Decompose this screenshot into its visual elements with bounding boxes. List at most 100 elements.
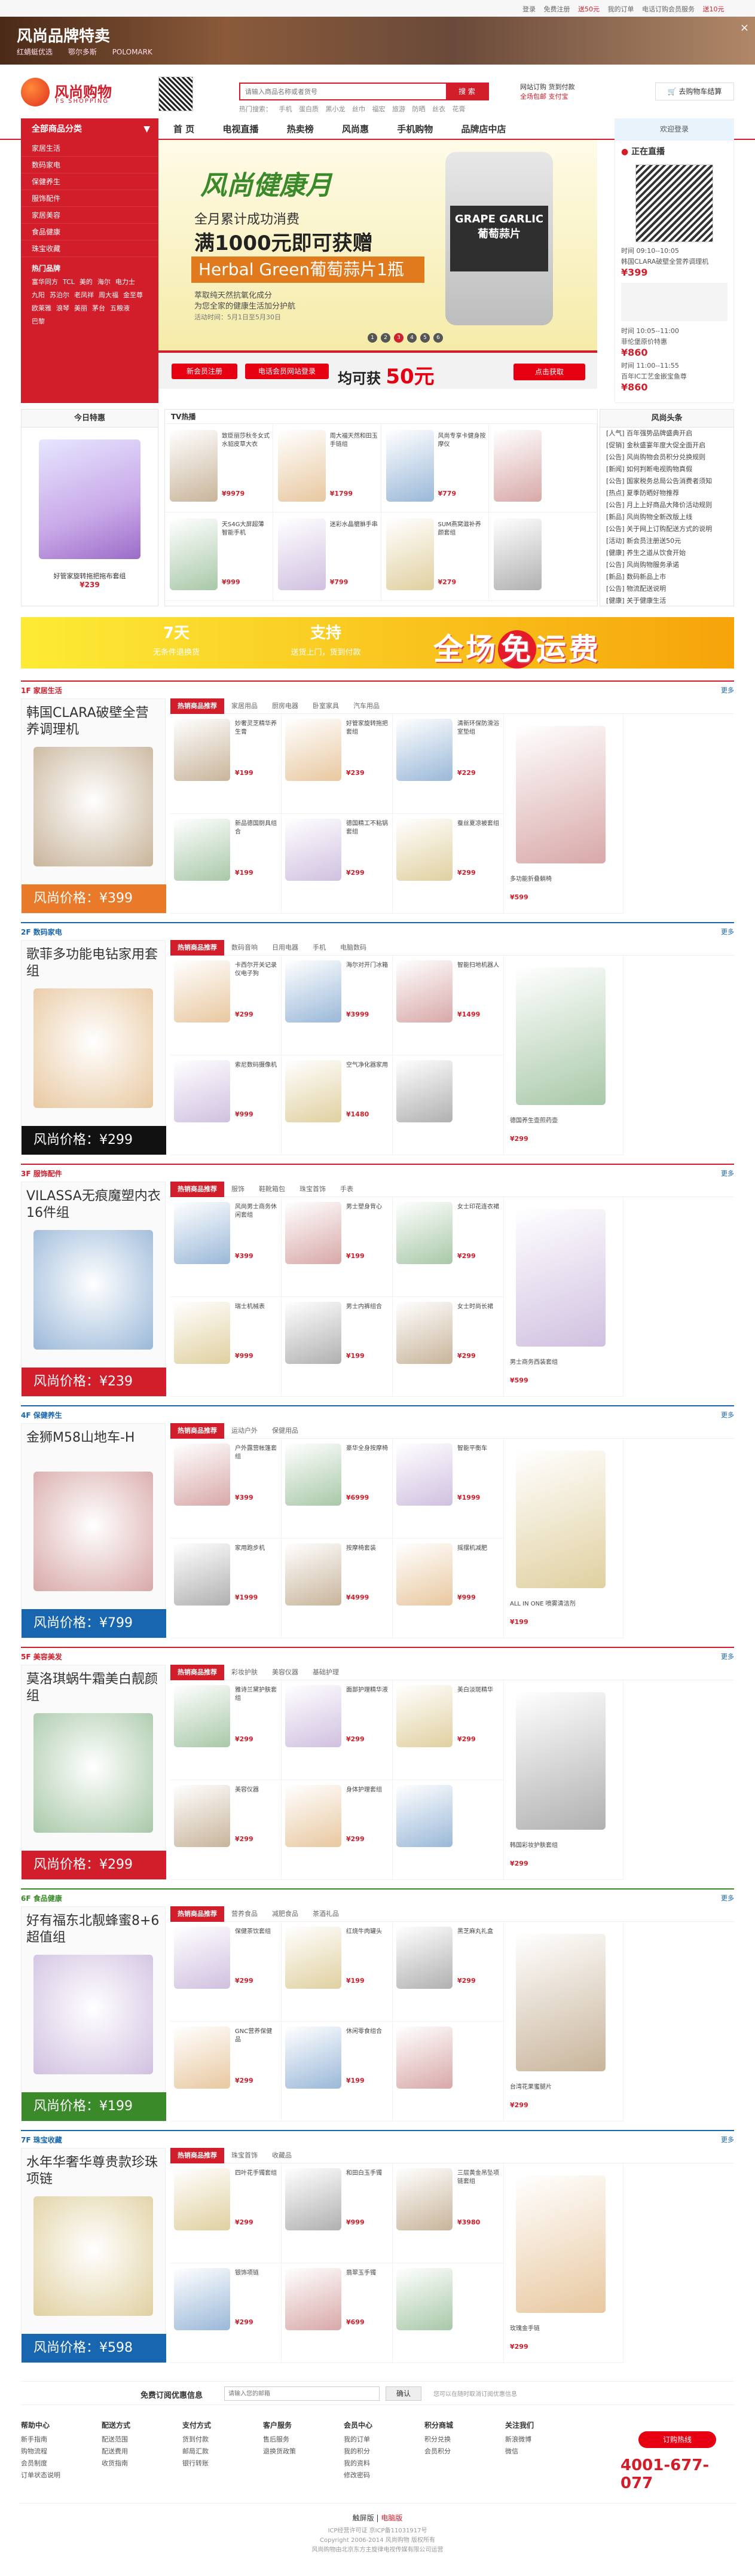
product-card[interactable]: 男士内裤组合 ¥199 [282, 1297, 393, 1397]
floor-tab[interactable]: 服饰 [224, 1182, 252, 1197]
news-item[interactable]: [公告] 风尚购物会员积分兑换规则 [600, 451, 733, 463]
news-item[interactable]: [公告] 风尚购物服务承诺 [600, 559, 733, 571]
sidebar-item-digital[interactable]: 数码家电 [21, 157, 158, 173]
product-card[interactable]: 家用跑步机 ¥1999 [170, 1539, 282, 1638]
hot-brand-link[interactable]: 金至尊 [123, 290, 143, 300]
site-logo[interactable]: 风尚购物 FS SHOPPING [21, 78, 123, 108]
product-card[interactable]: 智能扫地机器人 ¥1499 [393, 956, 504, 1055]
hot-brand-link[interactable]: 海尔 [97, 277, 111, 286]
product-card[interactable]: 和田白玉手镯 ¥999 [282, 2163, 393, 2263]
product-card[interactable]: 身体护理套组 ¥299 [282, 1780, 393, 1880]
floor-feature[interactable]: 金狮M58山地车-H 风尚价格：¥799 [21, 1423, 166, 1638]
nav-item-mobile[interactable]: 手机购物 [397, 124, 433, 135]
product-card[interactable]: 保健茶饮套组 ¥299 [170, 1922, 282, 2022]
news-item[interactable]: [新品] 风尚购物全新改版上线 [600, 511, 733, 523]
brand-banner[interactable]: 风尚品牌特卖 红蜻蜓优选 鄂尔多斯 POLOMARK × [0, 17, 755, 65]
close-icon[interactable]: × [740, 22, 749, 34]
tv-product-card[interactable]: 致臣丽莎秋冬女式水貂皮草大衣 ¥9979 [165, 424, 273, 512]
hot-keyword[interactable]: 花膏 [453, 105, 466, 113]
promo-banner[interactable]: 7天 无条件退换货 支持 送货上门，货到付款 全场免运费 [21, 617, 734, 669]
banner-dot[interactable]: 2 [381, 333, 390, 343]
footer-link[interactable]: 新浪微博 [505, 2434, 577, 2446]
pc-version-link[interactable]: 电脑版 [381, 2514, 402, 2522]
floor-tab[interactable]: 保健用品 [265, 1423, 305, 1439]
hot-keyword[interactable]: 黑小龙 [326, 105, 346, 113]
tv-product-card[interactable] [489, 512, 597, 601]
product-card[interactable]: 多功能折叠躺椅 ¥599 [504, 714, 623, 914]
search-button[interactable]: 搜 索 [446, 84, 488, 99]
floor-tab[interactable]: 运动户外 [224, 1423, 265, 1439]
sidebar-item-food[interactable]: 食品健康 [21, 224, 158, 240]
floor-tab[interactable]: 收藏品 [265, 2148, 299, 2163]
tv-product-card[interactable]: 风尚专享卡健身按摩仪 ¥779 [381, 424, 490, 512]
product-card[interactable] [393, 2263, 504, 2363]
floor-feature[interactable]: 歌菲多功能电钻家用套组 风尚价格：¥299 [21, 940, 166, 1155]
product-card[interactable]: 黑芝麻丸礼盒 ¥299 [393, 1922, 504, 2022]
floor-tab[interactable]: 珠宝首饰 [292, 1182, 333, 1197]
sidebar-item-jewelry[interactable]: 珠宝收藏 [21, 240, 158, 257]
floor-feature[interactable]: 水年华奢华尊贵款珍珠项链 风尚价格：¥598 [21, 2148, 166, 2363]
product-card[interactable] [393, 1780, 504, 1880]
product-card[interactable]: 三层黄金吊坠项链套组 ¥3980 [393, 2163, 504, 2263]
footer-link[interactable]: 配送范围 [102, 2434, 173, 2446]
footer-link[interactable]: 配送费用 [102, 2446, 173, 2458]
product-card[interactable]: 红烧牛肉罐头 ¥199 [282, 1922, 393, 2022]
product-card[interactable]: 男士商务西装套组 ¥599 [504, 1197, 623, 1397]
footer-link[interactable]: 会员积分 [424, 2446, 496, 2458]
floor-tab[interactable]: 茶酒礼品 [305, 1906, 346, 1922]
hot-brand-link[interactable]: 苏泊尔 [50, 290, 69, 300]
footer-link[interactable]: 修改密码 [344, 2470, 415, 2482]
news-item[interactable]: [热点] 夏季防晒好物推荐 [600, 487, 733, 499]
banner-dot[interactable]: 5 [420, 333, 430, 343]
nav-item-brand-store[interactable]: 品牌店中店 [461, 124, 506, 135]
footer-link[interactable]: 积分兑换 [424, 2434, 496, 2446]
tv-product-card[interactable]: 天S4G大屏超薄智能手机 ¥999 [165, 512, 273, 601]
product-card[interactable]: 瑞士机械表 ¥999 [170, 1297, 282, 1397]
product-card[interactable]: 美白淡斑精华 ¥299 [393, 1680, 504, 1780]
floor-feature[interactable]: 莫洛琪蜗牛霜美白靓颜组 风尚价格：¥299 [21, 1665, 166, 1880]
product-card[interactable]: 空气净化器家用 ¥1480 [282, 1055, 393, 1155]
hot-keyword[interactable]: 福宏 [372, 105, 386, 113]
floor-tab[interactable]: 厨房电器 [265, 698, 305, 714]
my-orders-link[interactable]: 我的订单 [608, 5, 634, 13]
product-card[interactable]: 风尚男士商务休闲套组 ¥399 [170, 1197, 282, 1297]
product-card[interactable]: 雅诗兰黛护肤套组 ¥299 [170, 1680, 282, 1780]
hot-brand-link[interactable]: 欧莱雅 [32, 303, 51, 313]
today-deal[interactable]: 今日特惠 好管家旋转拖把拖布套组 ¥239 [21, 409, 158, 606]
banner-dot[interactable]: 6 [433, 333, 443, 343]
product-card[interactable]: 德国精工不粘锅套组 ¥299 [282, 814, 393, 914]
product-card[interactable]: 休闲零食组合 ¥199 [282, 2022, 393, 2122]
product-card[interactable]: 台湾花果蜜腿片 ¥299 [504, 1922, 623, 2122]
product-card[interactable]: 玫瑰金手链 ¥299 [504, 2163, 623, 2363]
footer-link[interactable]: 货到付款 [182, 2434, 254, 2446]
product-card[interactable]: 摇摆机减肥 ¥999 [393, 1539, 504, 1638]
mobile-version-link[interactable]: 触屏版 [353, 2514, 374, 2522]
subscribe-confirm-button[interactable]: 确认 [386, 2386, 421, 2401]
more-link[interactable]: 更多 [721, 685, 734, 695]
floor-tab[interactable]: 手表 [333, 1182, 360, 1197]
floor-tab[interactable]: 热销商品推荐 [170, 1665, 224, 1680]
news-item[interactable]: [健康] 关于健康生活 [600, 595, 733, 607]
sidebar-item-health[interactable]: 保健养生 [21, 173, 158, 190]
search-input[interactable] [240, 84, 444, 99]
more-link[interactable]: 更多 [721, 927, 734, 936]
footer-link[interactable]: 退换货政策 [263, 2446, 335, 2458]
hot-brand-link[interactable]: 五粮液 [110, 303, 130, 313]
product-card[interactable] [393, 1055, 504, 1155]
hot-brand-link[interactable]: 老凤祥 [74, 290, 94, 300]
news-item[interactable]: [人气] 百年强势品牌盛典开启 [600, 428, 733, 439]
more-link[interactable]: 更多 [721, 1893, 734, 1903]
more-link[interactable]: 更多 [721, 2135, 734, 2144]
hot-keyword[interactable]: 旅游 [392, 105, 405, 113]
floor-tab[interactable]: 热销商品推荐 [170, 1182, 224, 1197]
live-item[interactable]: 时间 10:05--11:00 菲伦堡原价特惠 ¥860 [615, 325, 733, 359]
product-card[interactable]: 美容仪器 ¥299 [170, 1780, 282, 1880]
product-card[interactable] [393, 2022, 504, 2122]
product-card[interactable]: 女士时尚长裙 ¥299 [393, 1297, 504, 1397]
banner-dot[interactable]: 1 [368, 333, 377, 343]
tv-product-card[interactable]: SUM燕窝滋补养颜套组 ¥279 [381, 512, 490, 601]
hotline-button[interactable]: 订购热线 [638, 2431, 716, 2448]
floor-tab[interactable]: 日用电器 [265, 940, 305, 956]
news-item[interactable]: [公告] 月上上好商品大降价活动规则 [600, 499, 733, 511]
live-item[interactable]: 时间 11:00--11:55 百年IC工艺金嵌宝鱼尊 ¥860 [615, 359, 733, 394]
